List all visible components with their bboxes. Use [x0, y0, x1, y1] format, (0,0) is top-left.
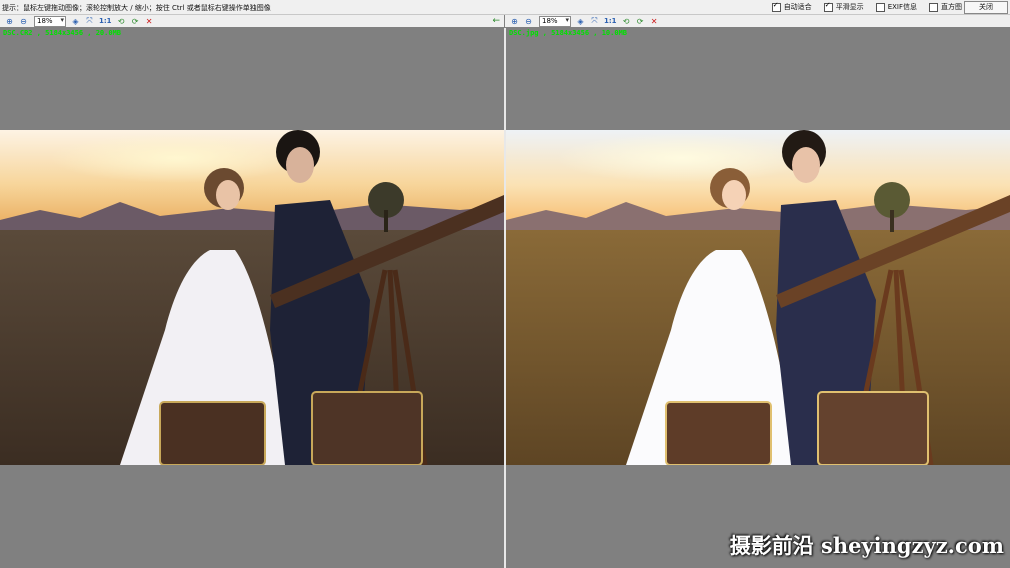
- rotate-left-icon[interactable]: ⟲: [622, 17, 631, 26]
- one-to-one-button[interactable]: 1:1: [604, 17, 617, 25]
- delete-icon[interactable]: ✕: [145, 17, 154, 26]
- option-histogram[interactable]: 直方图: [929, 2, 962, 12]
- auto-fit-label: 自动适合: [783, 3, 812, 11]
- fit-icon[interactable]: ⤧: [590, 16, 599, 26]
- exif-label: EXIF信息: [887, 3, 917, 11]
- left-photo[interactable]: [0, 130, 504, 465]
- fit-icon[interactable]: ⤧: [85, 16, 94, 26]
- left-image-pane[interactable]: DSC.CR2 , 5184x3456 , 20.0MB: [0, 28, 504, 568]
- right-file-info: DSC.jpg , 5184x3456 , 10.0MB: [509, 29, 628, 37]
- prev-icon[interactable]: ◈: [71, 17, 80, 26]
- smooth-label: 平滑显示: [835, 3, 864, 11]
- zoom-in-icon[interactable]: ⊕: [5, 17, 14, 26]
- right-photo[interactable]: [506, 130, 1010, 465]
- delete-icon[interactable]: ✕: [650, 17, 659, 26]
- rotate-left-icon[interactable]: ⟲: [117, 17, 126, 26]
- smooth-checkbox[interactable]: [823, 1, 833, 12]
- left-toolbar: ⊕ ⊖ 18% ◈ ⤧ 1:1 ⟲ ⟳ ✕ ←: [0, 15, 504, 27]
- histogram-label: 直方图: [941, 3, 962, 11]
- zoom-in-icon[interactable]: ⊕: [510, 17, 519, 26]
- rotate-right-icon[interactable]: ⟳: [636, 17, 645, 26]
- exif-checkbox[interactable]: [875, 2, 885, 12]
- close-button[interactable]: 关闭: [964, 1, 1008, 14]
- hint-bar: 提示：鼠标左键拖动图像；滚轮控制放大 / 缩小；按住 Ctrl 或者鼠标右键操作…: [0, 0, 1010, 15]
- sync-arrow-icon[interactable]: ←: [492, 16, 500, 26]
- histogram-checkbox[interactable]: [929, 2, 938, 12]
- prev-icon[interactable]: ◈: [576, 17, 585, 26]
- view-options: 自动适合 平滑显示 EXIF信息 直方图: [771, 1, 962, 12]
- auto-fit-checkbox[interactable]: [771, 1, 781, 12]
- option-exif[interactable]: EXIF信息: [875, 2, 917, 12]
- right-toolbar: ⊕ ⊖ 18% ◈ ⤧ 1:1 ⟲ ⟳ ✕: [505, 15, 1010, 27]
- zoom-select[interactable]: 18%: [539, 15, 571, 27]
- zoom-out-icon[interactable]: ⊖: [19, 17, 28, 26]
- rotate-right-icon[interactable]: ⟳: [131, 17, 140, 26]
- zoom-out-icon[interactable]: ⊖: [524, 17, 533, 26]
- zoom-select[interactable]: 18%: [34, 15, 66, 27]
- option-auto-fit[interactable]: 自动适合: [771, 1, 812, 12]
- hint-text: 提示：鼠标左键拖动图像；滚轮控制放大 / 缩小；按住 Ctrl 或者鼠标右键操作…: [2, 4, 271, 12]
- left-file-info: DSC.CR2 , 5184x3456 , 20.0MB: [3, 29, 122, 37]
- one-to-one-button[interactable]: 1:1: [99, 17, 112, 25]
- watermark: 摄影前沿 sheyingzyz.com: [729, 533, 1004, 558]
- option-smooth[interactable]: 平滑显示: [823, 1, 864, 12]
- right-image-pane[interactable]: DSC.jpg , 5184x3456 , 10.0MB: [506, 28, 1010, 568]
